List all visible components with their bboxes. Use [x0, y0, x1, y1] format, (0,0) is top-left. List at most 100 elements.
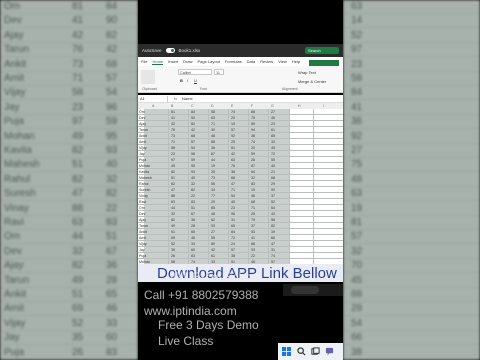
- score-cell[interactable]: 37: [271, 194, 275, 198]
- score-cell[interactable]: 47: [231, 182, 235, 186]
- windows-start-icon[interactable]: [282, 347, 291, 356]
- column-header[interactable]: B: [171, 104, 173, 108]
- score-cell[interactable]: 88: [211, 140, 215, 144]
- score-cell[interactable]: 42: [191, 128, 195, 132]
- score-cell[interactable]: 62: [211, 218, 215, 222]
- name-cell[interactable]: Puja: [139, 158, 146, 162]
- score-cell[interactable]: 82: [171, 182, 175, 186]
- score-cell[interactable]: 46: [271, 116, 275, 120]
- column-header[interactable]: G: [271, 104, 274, 108]
- score-cell[interactable]: 49: [271, 146, 275, 150]
- name-box[interactable]: A1: [140, 96, 168, 102]
- name-cell[interactable]: Vinay: [139, 194, 148, 198]
- score-cell[interactable]: 40: [191, 176, 195, 180]
- score-cell[interactable]: 84: [191, 110, 195, 114]
- score-cell[interactable]: 55: [211, 236, 215, 240]
- score-cell[interactable]: 42: [171, 122, 175, 126]
- score-cell[interactable]: 64: [251, 170, 255, 174]
- score-cell[interactable]: 35: [171, 248, 175, 252]
- score-cell[interactable]: 48: [211, 134, 215, 138]
- score-cell[interactable]: 32: [251, 176, 255, 180]
- score-cell[interactable]: 71: [211, 122, 215, 126]
- score-cell[interactable]: 51: [171, 176, 175, 180]
- score-cell[interactable]: 52: [271, 200, 275, 204]
- score-cell[interactable]: 44: [211, 158, 215, 162]
- score-cell[interactable]: 54: [231, 194, 235, 198]
- score-cell[interactable]: 75: [251, 116, 255, 120]
- score-cell[interactable]: 63: [211, 116, 215, 120]
- score-cell[interactable]: 61: [211, 254, 215, 258]
- score-cell[interactable]: 19: [271, 230, 275, 234]
- tab-page-layout[interactable]: Page Layout: [197, 59, 219, 64]
- score-cell[interactable]: 41: [171, 116, 175, 120]
- score-cell[interactable]: 82: [171, 218, 175, 222]
- column-header[interactable]: I: [323, 104, 324, 108]
- score-cell[interactable]: 33: [191, 242, 195, 246]
- score-cell[interactable]: 37: [251, 224, 255, 228]
- tab-review[interactable]: Review: [260, 59, 273, 64]
- score-cell[interactable]: 74: [271, 254, 275, 258]
- score-cell[interactable]: 95: [191, 164, 195, 168]
- score-cell[interactable]: 27: [271, 110, 275, 114]
- name-cell[interactable]: Suresh: [139, 188, 150, 192]
- score-cell[interactable]: 38: [231, 254, 235, 258]
- score-cell[interactable]: 60: [191, 248, 195, 252]
- score-cell[interactable]: 65: [191, 230, 195, 234]
- score-cell[interactable]: 25: [251, 212, 255, 216]
- score-cell[interactable]: 20: [231, 116, 235, 120]
- score-cell[interactable]: 31: [271, 248, 275, 252]
- score-cell[interactable]: 25: [211, 170, 215, 174]
- score-cell[interactable]: 82: [171, 170, 175, 174]
- score-cell[interactable]: 73: [211, 176, 215, 180]
- score-cell[interactable]: 88: [231, 176, 235, 180]
- name-cell[interactable]: Dev: [139, 116, 145, 120]
- column-header[interactable]: F: [251, 104, 253, 108]
- score-cell[interactable]: 46: [251, 194, 255, 198]
- score-cell[interactable]: 83: [191, 200, 195, 204]
- score-cell[interactable]: 20: [251, 146, 255, 150]
- score-cell[interactable]: 23: [231, 206, 235, 210]
- score-cell[interactable]: 43: [271, 212, 275, 216]
- name-cell[interactable]: Puja: [139, 254, 146, 258]
- score-cell[interactable]: 69: [171, 236, 175, 240]
- score-cell[interactable]: 57: [271, 260, 275, 264]
- score-cell[interactable]: 61: [271, 128, 275, 132]
- score-cell[interactable]: 47: [171, 188, 175, 192]
- score-cell[interactable]: 58: [271, 218, 275, 222]
- score-cell[interactable]: 71: [231, 188, 235, 192]
- wrap-text-button[interactable]: Wrap Text: [298, 70, 316, 75]
- name-cell[interactable]: Ravi: [139, 200, 146, 204]
- score-cell[interactable]: 22: [191, 194, 195, 198]
- score-cell[interactable]: 96: [231, 212, 235, 216]
- score-cell[interactable]: 72: [231, 236, 235, 240]
- column-header[interactable]: H: [298, 104, 301, 108]
- score-cell[interactable]: 82: [191, 188, 195, 192]
- score-cell[interactable]: 27: [211, 230, 215, 234]
- score-cell[interactable]: 74: [191, 260, 195, 264]
- score-cell[interactable]: 67: [211, 152, 215, 156]
- font-name-box[interactable]: Calibri: [178, 69, 212, 75]
- spreadsheet-grid[interactable]: Om 81 84 58 74 88 27 Dev 41 90 63 20 75 46 Ajay 42 82 71 1…: [138, 109, 343, 266]
- score-cell[interactable]: 83: [191, 254, 195, 258]
- score-cell[interactable]: 15: [251, 188, 255, 192]
- name-cell[interactable]: Mohan: [139, 164, 150, 168]
- name-cell[interactable]: Ankit: [139, 134, 147, 138]
- name-cell[interactable]: Om: [139, 110, 145, 114]
- underline-button[interactable]: U: [194, 78, 197, 83]
- score-cell[interactable]: 53: [251, 230, 255, 234]
- score-cell[interactable]: 81: [171, 110, 175, 114]
- name-cell[interactable]: Rahul: [139, 182, 148, 186]
- italic-button[interactable]: I: [187, 78, 188, 83]
- score-cell[interactable]: 90: [271, 188, 275, 192]
- name-cell[interactable]: Mahesh: [139, 176, 152, 180]
- name-cell[interactable]: Mohan: [139, 260, 150, 264]
- chat-icon[interactable]: [325, 347, 334, 356]
- score-cell[interactable]: 58: [211, 110, 215, 114]
- score-cell[interactable]: 71: [251, 206, 255, 210]
- name-cell[interactable]: Ankit: [139, 230, 147, 234]
- name-cell[interactable]: Amit: [139, 236, 146, 240]
- taskbar-search[interactable]: [291, 286, 319, 294]
- score-cell[interactable]: 40: [231, 200, 235, 204]
- score-cell[interactable]: 42: [231, 152, 235, 156]
- tab-insert[interactable]: Insert: [168, 59, 178, 64]
